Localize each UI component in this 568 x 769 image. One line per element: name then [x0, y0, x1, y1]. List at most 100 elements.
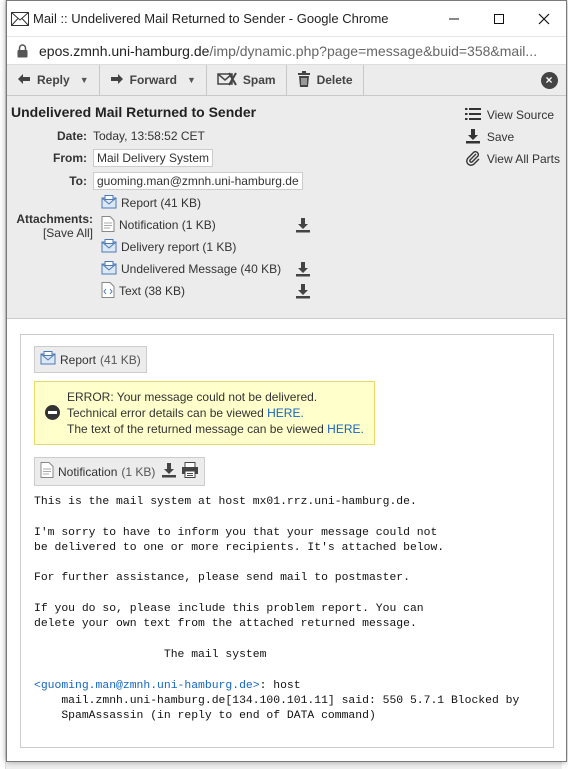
- attachment-name: Text (38 KB): [119, 284, 186, 298]
- attachments-list: Report (41 KB) Notification (1 KB) Deliv…: [101, 192, 311, 302]
- error-line-3-text: The text of the returned message can be …: [67, 422, 328, 436]
- mail-part-icon: [101, 194, 117, 212]
- paperclip-icon: [465, 150, 481, 169]
- message-actions: View Source Save View All Parts: [464, 104, 560, 170]
- body-line: If you do so, please include this proble…: [34, 603, 424, 616]
- date-value: Today, 13:58:52 CET: [93, 129, 205, 143]
- attachment-item[interactable]: Undelivered Message (40 KB): [101, 258, 311, 280]
- from-address[interactable]: Mail Delivery System: [93, 149, 214, 167]
- error-lines: ERROR: Your message could not be deliver…: [67, 389, 364, 437]
- error-line-2-text: Technical error details can be viewed: [67, 406, 268, 420]
- reply-button[interactable]: Reply ▼: [7, 65, 100, 95]
- to-address[interactable]: guoming.man@zmnh.uni-hamburg.de: [93, 172, 303, 190]
- close-message-button[interactable]: ×: [532, 65, 566, 95]
- body-line: delete your own text from the attached r…: [34, 618, 417, 631]
- message-headers: Undelivered Mail Returned to Sender Date…: [7, 96, 566, 319]
- error-line-1: ERROR: Your message could not be deliver…: [67, 390, 318, 404]
- print-icon[interactable]: [181, 462, 199, 481]
- date-row: Date: Today, 13:58:52 CET: [7, 129, 205, 143]
- mail-part-icon: [40, 351, 56, 368]
- delete-label: Delete: [316, 73, 353, 87]
- from-row: From: Mail Delivery System: [7, 149, 214, 167]
- mail-part-icon: [101, 260, 117, 278]
- view-all-parts-label: View All Parts: [486, 152, 560, 166]
- attachments-label-block: Attachments: [Save All]: [15, 212, 93, 240]
- recipient-line-tail: : host: [259, 679, 301, 692]
- url-path: /imp/dynamic.php?page=message&buid=358&m…: [209, 42, 538, 59]
- notification-part-label: Notification: [58, 464, 118, 479]
- chevron-down-icon: ▼: [186, 75, 196, 85]
- notification-part-button[interactable]: Notification (1 KB): [34, 457, 206, 486]
- view-source-link[interactable]: View Source: [464, 104, 560, 126]
- attachment-name: Delivery report (1 KB): [121, 240, 237, 254]
- reply-label: Reply: [37, 73, 70, 87]
- lock-icon[interactable]: [13, 43, 31, 58]
- signature-line: The mail system: [34, 648, 267, 661]
- recipient-email-link[interactable]: <guoming.man@zmnh.uni-hamburg.de>: [34, 680, 260, 692]
- attachment-item[interactable]: Report (41 KB): [101, 192, 311, 214]
- notification-part-size: (1 KB): [121, 464, 156, 479]
- download-icon[interactable]: [295, 283, 311, 302]
- window-title: Mail :: Undelivered Mail Returned to Sen…: [33, 11, 389, 26]
- url-host: epos.zmnh.uni-hamburg.de: [39, 42, 210, 59]
- attachment-name: Undelivered Message (40 KB): [121, 262, 282, 276]
- address-bar[interactable]: epos.zmnh.uni-hamburg.de/imp/dynamic.php…: [7, 37, 566, 65]
- mail-body-text: This is the mail system at host mx01.rrz…: [34, 495, 519, 724]
- attachment-item[interactable]: Delivery report (1 KB): [101, 236, 311, 258]
- chevron-down-icon: ▼: [79, 75, 89, 85]
- forward-button[interactable]: Forward ▼: [100, 65, 207, 95]
- attachment-item[interactable]: Notification (1 KB): [101, 214, 311, 236]
- spam-label: Spam: [242, 73, 276, 87]
- to-row: To: guoming.man@zmnh.uni-hamburg.de: [7, 172, 303, 190]
- mail-part-icon: [101, 238, 117, 256]
- message-content: Report (41 KB) ERROR: Your message could…: [20, 334, 554, 748]
- download-icon[interactable]: [161, 462, 177, 481]
- minimize-button[interactable]: [431, 1, 476, 37]
- body-line: For further assistance, please send mail…: [34, 572, 410, 585]
- reply-arrow-icon: [17, 73, 31, 88]
- spam-envelope-icon: [217, 71, 237, 89]
- forward-label: Forward: [129, 73, 177, 87]
- download-icon[interactable]: [295, 261, 311, 280]
- text-file-icon: [101, 281, 115, 301]
- view-source-label: View Source: [486, 108, 554, 122]
- maximize-button[interactable]: [476, 1, 521, 37]
- view-all-parts-link[interactable]: View All Parts: [465, 148, 560, 170]
- attachment-name: Report (41 KB): [121, 196, 202, 210]
- error-line-2: Technical error details can be viewed HE…: [67, 405, 364, 421]
- save-link[interactable]: Save: [465, 126, 560, 148]
- technical-details-link[interactable]: HERE.: [267, 406, 304, 420]
- recipient-line: <guoming.man@zmnh.uni-hamburg.de>: host: [34, 679, 519, 694]
- delete-button[interactable]: Delete: [287, 65, 364, 95]
- spam-button[interactable]: Spam: [207, 65, 287, 95]
- report-part-label: Report: [60, 352, 97, 367]
- envelope-icon: [7, 11, 33, 26]
- diagnostic-line: SpamAssassin (in reply to end of DATA co…: [34, 710, 376, 723]
- document-icon: [40, 462, 54, 481]
- to-label: To:: [69, 174, 87, 188]
- returned-message-link[interactable]: HERE.: [327, 422, 364, 436]
- list-icon: [464, 107, 481, 124]
- attachments-label: Attachments:: [16, 212, 93, 226]
- download-icon: [465, 128, 481, 147]
- document-icon: [101, 215, 115, 235]
- message-subject: Undelivered Mail Returned to Sender: [11, 104, 257, 120]
- body-line: I'm sorry to have to inform you that you…: [34, 526, 438, 539]
- error-line-3: The text of the returned message can be …: [67, 421, 364, 437]
- close-icon: ×: [540, 71, 558, 89]
- window-titlebar: Mail :: Undelivered Mail Returned to Sen…: [7, 1, 566, 37]
- body-line: This is the mail system at host mx01.rrz…: [34, 496, 417, 508]
- trash-icon: [297, 70, 311, 90]
- url-text[interactable]: epos.zmnh.uni-hamburg.de/imp/dynamic.php…: [39, 43, 537, 59]
- save-all-link[interactable]: [Save All]: [15, 226, 93, 240]
- body-line: be delivered to one or more recipients. …: [34, 541, 445, 554]
- close-window-button[interactable]: [521, 1, 566, 37]
- diagnostic-line: mail.zmnh.uni-hamburg.de[134.100.101.11]…: [34, 694, 520, 707]
- message-toolbar: Reply ▼ Forward ▼ Spam Delete ×: [7, 65, 566, 96]
- download-icon[interactable]: [295, 217, 311, 236]
- forward-arrow-icon: [110, 73, 124, 88]
- attachment-item[interactable]: Text (38 KB): [101, 280, 311, 302]
- error-box: ERROR: Your message could not be deliver…: [34, 381, 375, 445]
- report-part-button[interactable]: Report (41 KB): [34, 346, 147, 373]
